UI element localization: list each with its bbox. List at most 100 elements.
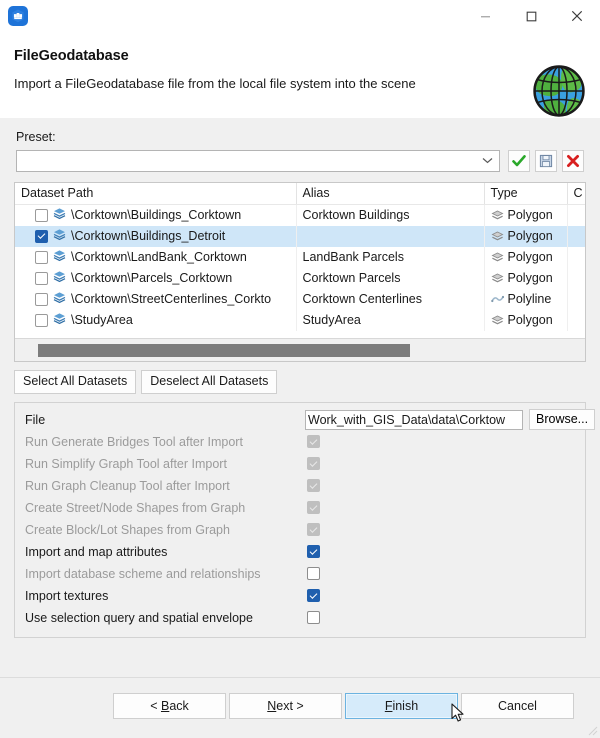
table-row[interactable]: \Corktown\Buildings_Detroit Polygon <box>15 226 586 247</box>
dataset-path-text: \Corktown\Buildings_Corktown <box>71 208 241 222</box>
green-check-icon <box>512 154 526 168</box>
row-checkbox[interactable] <box>35 251 48 264</box>
cell-dataset-path[interactable]: \Corktown\Buildings_Corktown <box>15 205 296 226</box>
option-checkbox[interactable] <box>307 589 320 602</box>
column-header-extra[interactable]: C <box>567 183 586 205</box>
horizontal-scrollbar[interactable] <box>15 338 585 361</box>
back-button[interactable]: < Back <box>113 693 226 719</box>
preset-apply-button[interactable] <box>508 150 530 172</box>
cell-alias[interactable]: Corktown Parcels <box>296 268 484 289</box>
cell-dataset-path[interactable]: \Corktown\LandBank_Corktown <box>15 247 296 268</box>
column-header-dataset-path[interactable]: Dataset Path <box>15 183 296 205</box>
option-label: Create Street/Node Shapes from Graph <box>25 501 305 515</box>
option-row: Create Street/Node Shapes from Graph <box>15 497 585 519</box>
option-checkbox <box>307 457 320 470</box>
row-checkbox[interactable] <box>35 230 48 243</box>
option-control <box>305 545 577 558</box>
layers-icon <box>53 228 66 241</box>
option-checkbox[interactable] <box>307 545 320 558</box>
resize-grip-icon[interactable] <box>586 724 598 736</box>
cell-alias[interactable]: StudyArea <box>296 310 484 331</box>
cell-extra[interactable] <box>567 310 586 331</box>
deselect-all-datasets-button[interactable]: Deselect All Datasets <box>141 370 277 394</box>
close-button[interactable] <box>554 0 600 32</box>
back-button-label: < Back <box>150 699 189 713</box>
layers-icon-wrap <box>53 291 66 307</box>
option-row[interactable]: Import and map attributes <box>15 541 585 563</box>
minimize-button[interactable] <box>462 0 508 32</box>
table-row[interactable]: \Corktown\StreetCenterlines_CorktoCorkto… <box>15 289 586 310</box>
row-checkbox[interactable] <box>35 272 48 285</box>
column-header-type[interactable]: Type <box>484 183 567 205</box>
column-header-alias[interactable]: Alias <box>296 183 484 205</box>
cell-alias[interactable]: Corktown Centerlines <box>296 289 484 310</box>
option-row: Run Generate Bridges Tool after Import <box>15 431 585 453</box>
option-control <box>305 501 577 514</box>
layers-icon-wrap <box>53 312 66 328</box>
polygon-type-icon <box>491 210 504 221</box>
cell-alias[interactable]: LandBank Parcels <box>296 247 484 268</box>
option-control <box>305 457 577 470</box>
table-row[interactable]: \Corktown\Parcels_CorktownCorktown Parce… <box>15 268 586 289</box>
cancel-button[interactable]: Cancel <box>461 693 574 719</box>
row-checkbox[interactable] <box>35 209 48 222</box>
chevron-down-icon <box>482 156 493 167</box>
option-checkbox[interactable] <box>307 611 320 624</box>
row-checkbox[interactable] <box>35 293 48 306</box>
cell-alias[interactable]: Corktown Buildings <box>296 205 484 226</box>
file-path-input[interactable]: Work_with_GIS_Data\data\Corktow <box>305 410 523 430</box>
option-checkbox <box>307 501 320 514</box>
dataset-table-container: Dataset Path Alias Type C \Corktown\Buil… <box>14 182 586 362</box>
preset-save-button[interactable] <box>535 150 557 172</box>
browse-button[interactable]: Browse... <box>529 409 595 431</box>
layers-icon-wrap <box>53 228 66 244</box>
cell-type[interactable]: Polyline <box>484 289 567 310</box>
cell-extra[interactable] <box>567 247 586 268</box>
type-text: Polygon <box>508 271 553 285</box>
option-control <box>305 523 577 536</box>
cell-type[interactable]: Polygon <box>484 310 567 331</box>
table-row[interactable]: \Corktown\LandBank_CorktownLandBank Parc… <box>15 247 586 268</box>
preset-delete-button[interactable] <box>562 150 584 172</box>
option-row: Run Graph Cleanup Tool after Import <box>15 475 585 497</box>
option-control <box>305 435 577 448</box>
cell-dataset-path[interactable]: \Corktown\Buildings_Detroit <box>15 226 296 247</box>
preset-combobox[interactable] <box>16 150 500 172</box>
cell-dataset-path[interactable]: \StudyArea <box>15 310 296 331</box>
cell-extra[interactable] <box>567 289 586 310</box>
polygon-type-icon <box>491 252 504 263</box>
option-label: Create Block/Lot Shapes from Graph <box>25 523 305 537</box>
row-checkbox[interactable] <box>35 314 48 327</box>
option-control <box>305 479 577 492</box>
next-button[interactable]: Next > <box>229 693 342 719</box>
layers-icon <box>53 207 66 220</box>
finish-button[interactable]: Finish <box>345 693 458 719</box>
option-label: Run Graph Cleanup Tool after Import <box>25 479 305 493</box>
maximize-button[interactable] <box>508 0 554 32</box>
option-row[interactable]: Import textures <box>15 585 585 607</box>
cityengine-glyph <box>10 8 26 24</box>
cell-extra[interactable] <box>567 205 586 226</box>
next-button-label: Next > <box>267 699 303 713</box>
layers-icon <box>53 312 66 325</box>
cell-type[interactable]: Polygon <box>484 247 567 268</box>
table-row[interactable]: \Corktown\Buildings_Corktown Corktown Bui… <box>15 205 586 226</box>
horizontal-scrollbar-thumb[interactable] <box>38 344 410 357</box>
cell-dataset-path[interactable]: \Corktown\Parcels_Corktown <box>15 268 296 289</box>
cell-alias[interactable] <box>296 226 484 247</box>
option-label: Import textures <box>25 589 305 603</box>
option-checkbox <box>307 435 320 448</box>
select-all-datasets-button[interactable]: Select All Datasets <box>14 370 136 394</box>
cell-type[interactable]: Polygon <box>484 268 567 289</box>
table-row[interactable]: \StudyAreaStudyAreaPolygon <box>15 310 586 331</box>
cell-extra[interactable] <box>567 268 586 289</box>
type-text: Polygon <box>508 229 553 243</box>
cell-type[interactable]: Polygon <box>484 205 567 226</box>
option-label: Run Simplify Graph Tool after Import <box>25 457 305 471</box>
cell-extra[interactable] <box>567 226 586 247</box>
cell-type[interactable]: Polygon <box>484 226 567 247</box>
option-row[interactable]: Use selection query and spatial envelope <box>15 607 585 629</box>
red-x-icon <box>566 154 580 168</box>
cell-dataset-path[interactable]: \Corktown\StreetCenterlines_Corkto <box>15 289 296 310</box>
option-label: Use selection query and spatial envelope <box>25 611 305 625</box>
